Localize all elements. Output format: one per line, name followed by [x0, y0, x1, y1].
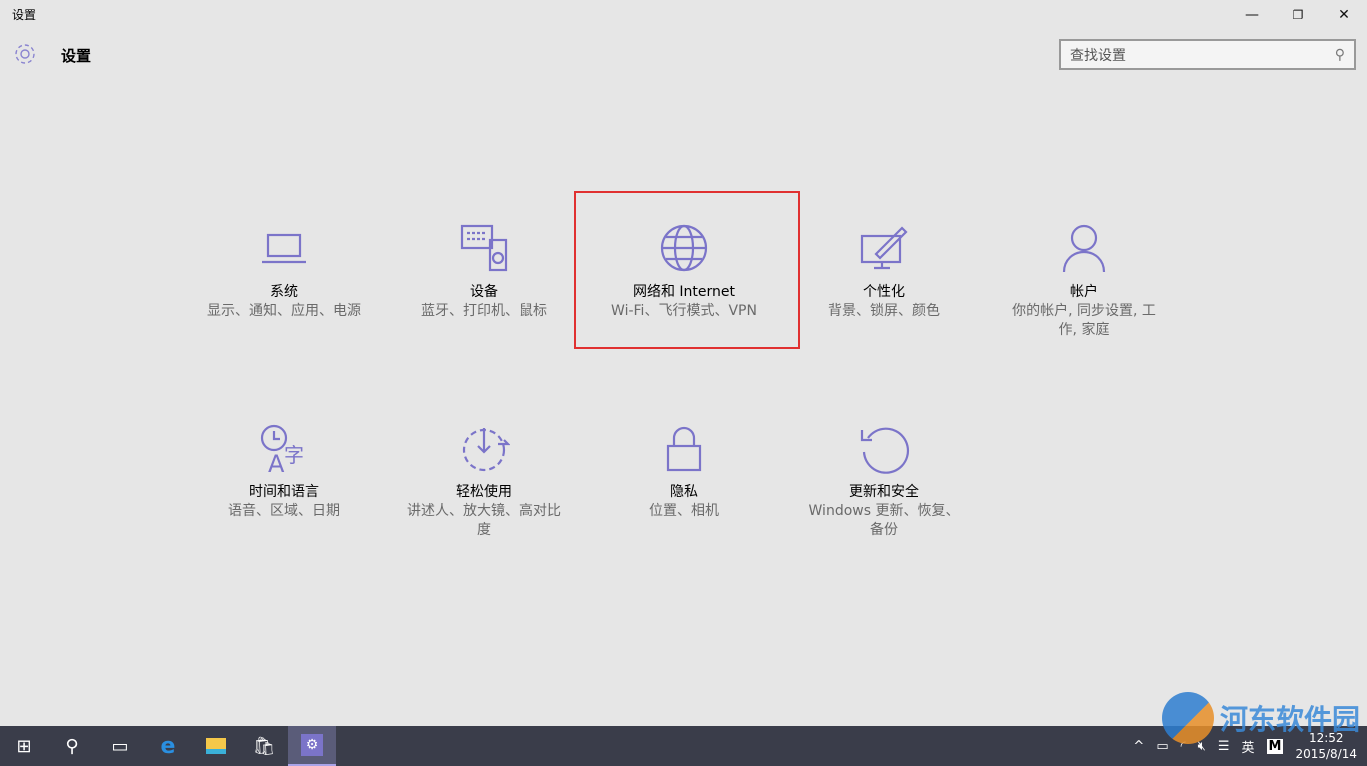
settings-tile[interactable]: 系统显示、通知、应用、电源 — [204, 222, 364, 321]
settings-taskbar-button[interactable]: ⚙ — [288, 726, 336, 766]
laptop-icon — [258, 222, 310, 274]
settings-tile[interactable]: 个性化背景、锁屏、颜色 — [804, 222, 964, 321]
update-icon — [858, 422, 910, 474]
store-icon[interactable]: 🛍 — [240, 726, 288, 766]
close-button[interactable]: ✕ — [1321, 0, 1367, 30]
tile-title: 个性化 — [804, 282, 964, 302]
tile-title: 系统 — [204, 282, 364, 302]
settings-tile[interactable]: 网络和 InternetWi-Fi、飞行模式、VPN — [604, 222, 764, 321]
search-input[interactable]: 查找设置⚲ — [1059, 39, 1356, 70]
svg-text:A: A — [268, 450, 285, 474]
personalize-icon — [858, 222, 910, 274]
window-title: 设置 — [12, 6, 36, 23]
minimize-button[interactable]: — — [1229, 0, 1275, 30]
tile-description: 你的帐户, 同步设置, 工作, 家庭 — [1004, 302, 1164, 340]
tile-description: 背景、锁屏、颜色 — [804, 302, 964, 321]
page-title: 设置 — [61, 45, 91, 66]
settings-tile[interactable]: 设备蓝牙、打印机、鼠标 — [404, 222, 564, 321]
tile-description: Wi-Fi、飞行模式、VPN — [604, 302, 764, 321]
watermark-text: 河东软件园 — [1220, 698, 1360, 738]
gear-icon — [12, 41, 38, 67]
start-button[interactable]: ⊞ — [0, 726, 48, 766]
file-explorer-icon[interactable] — [192, 726, 240, 766]
maximize-button[interactable]: ❐ — [1275, 0, 1321, 30]
watermark: 河东软件园 — [1162, 692, 1360, 744]
tile-title: 隐私 — [604, 482, 764, 502]
search-icon[interactable]: ⚲ — [1335, 47, 1345, 63]
settings-tile[interactable]: 帐户你的帐户, 同步设置, 工作, 家庭 — [1004, 222, 1164, 340]
tile-description: 显示、通知、应用、电源 — [204, 302, 364, 321]
globe-icon — [658, 222, 710, 274]
settings-tile[interactable]: 更新和安全Windows 更新、恢复、备份 — [804, 422, 964, 540]
chevron-up-icon[interactable]: ^ — [1133, 739, 1144, 754]
settings-tile[interactable]: 轻松使用讲述人、放大镜、高对比度 — [404, 422, 564, 540]
date: 2015/8/14 — [1295, 746, 1357, 762]
tile-description: 讲述人、放大镜、高对比度 — [404, 502, 564, 540]
tile-title: 时间和语言 — [204, 482, 364, 502]
person-icon — [1058, 222, 1110, 274]
search-taskbar-button[interactable]: ⚲ — [48, 726, 96, 766]
tile-title: 轻松使用 — [404, 482, 564, 502]
tile-title: 网络和 Internet — [604, 282, 764, 302]
tile-description: Windows 更新、恢复、备份 — [804, 502, 964, 540]
tile-title: 帐户 — [1004, 282, 1164, 302]
time-language-icon: A字 — [258, 422, 310, 474]
settings-tile[interactable]: A字时间和语言语音、区域、日期 — [204, 422, 364, 521]
ease-of-access-icon — [458, 422, 510, 474]
tile-title: 设备 — [404, 282, 564, 302]
watermark-logo — [1162, 692, 1214, 744]
edge-icon[interactable]: e — [144, 726, 192, 766]
tile-description: 位置、相机 — [604, 502, 764, 521]
settings-tile[interactable]: 隐私位置、相机 — [604, 422, 764, 521]
lock-icon — [658, 422, 710, 474]
tile-description: 语音、区域、日期 — [204, 502, 364, 521]
tile-title: 更新和安全 — [804, 482, 964, 502]
task-view-button[interactable]: ▭ — [96, 726, 144, 766]
tile-description: 蓝牙、打印机、鼠标 — [404, 302, 564, 321]
svg-text:字: 字 — [284, 443, 304, 467]
devices-icon — [458, 222, 510, 274]
search-placeholder: 查找设置 — [1070, 45, 1335, 65]
